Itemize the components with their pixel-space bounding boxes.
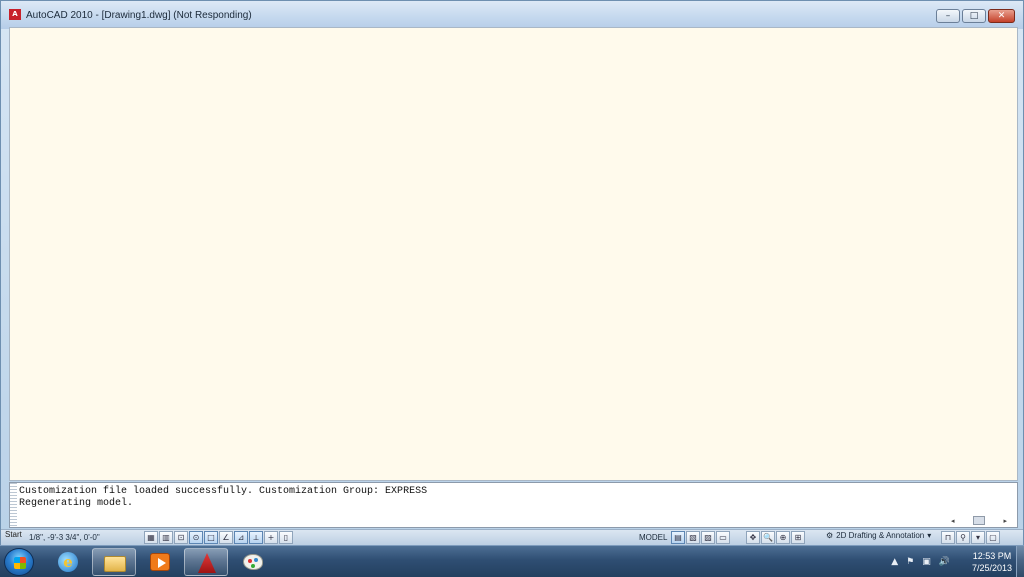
object-snap-tracking-button[interactable]: ∠ (219, 531, 233, 544)
status-bar: Start 1/8", -9'-3 3/4", 0'-0" ▦ ▥ ⊡ ⊙ □ … (1, 529, 1023, 545)
navigation-buttons: ✥ 🔍 ⊕ ⊞ (746, 531, 805, 544)
command-window: Customization file loaded successfully. … (9, 482, 1018, 528)
dynamic-ucs-button[interactable]: ⊿ (234, 531, 248, 544)
taskbar-clock[interactable]: 12:53 PM 7/25/2013 (972, 550, 1012, 574)
window-controls: – □ ✕ (936, 9, 1015, 23)
zoom-icon[interactable]: 🔍 (761, 531, 775, 544)
snap-mode-button[interactable]: ▦ (144, 531, 158, 544)
autocad-logo-icon[interactable]: A (9, 9, 21, 20)
model-space-toggle[interactable]: MODEL (639, 533, 667, 542)
close-button[interactable]: ✕ (988, 9, 1015, 23)
ortho-mode-button[interactable]: ⊡ (174, 531, 188, 544)
windows-logo-icon (14, 557, 26, 569)
window-title: AutoCAD 2010 - [Drawing1.dwg] (Not Respo… (26, 10, 252, 21)
drawing-canvas[interactable] (9, 27, 1018, 481)
paint-palette-icon (243, 554, 263, 570)
lock-toolbar-icon[interactable]: ⊓ (941, 531, 955, 544)
taskbar-windows-explorer[interactable] (92, 548, 136, 576)
object-snap-button[interactable]: □ (204, 531, 218, 544)
taskbar-media-player[interactable] (138, 548, 182, 576)
quick-view-drawings-button[interactable]: ▧ (686, 531, 700, 544)
start-button[interactable] (4, 548, 34, 576)
taskbar-internet-explorer[interactable]: e (46, 548, 90, 576)
minimize-button[interactable]: – (936, 9, 960, 23)
scroll-right-icon[interactable]: ▸ (1003, 517, 1007, 525)
coordinate-readout[interactable]: 1/8", -9'-3 3/4", 0'-0" (29, 533, 100, 542)
chevron-down-icon: ▾ (927, 531, 932, 540)
layout1-button[interactable]: ▨ (701, 531, 715, 544)
command-history-line: Regenerating model. (19, 498, 134, 509)
volume-icon[interactable]: 🔊 (939, 557, 950, 567)
clock-date: 7/25/2013 (971, 563, 1012, 573)
taskbar-paint[interactable] (230, 548, 274, 576)
command-window-grip[interactable] (10, 483, 17, 527)
grid-display-button[interactable]: ▥ (159, 531, 173, 544)
steering-wheel-icon[interactable]: ⊕ (776, 531, 790, 544)
quick-view-layouts-button[interactable]: ▤ (671, 531, 685, 544)
status-menu-icon[interactable]: ▾ (971, 531, 985, 544)
command-input[interactable] (19, 514, 949, 526)
workspace-label: 2D Drafting & Annotation (836, 531, 925, 540)
command-scrollbar[interactable]: ◂ ▸ (951, 515, 1007, 526)
scroll-thumb[interactable] (973, 516, 985, 525)
start-tab[interactable]: Start (5, 530, 22, 539)
pan-icon[interactable]: ✥ (746, 531, 760, 544)
hardware-acceleration-icon[interactable]: ⚲ (956, 531, 970, 544)
folder-icon (104, 556, 126, 572)
quick-properties-button[interactable]: ▯ (279, 531, 293, 544)
show-desktop-button[interactable] (1016, 546, 1024, 577)
media-player-icon (150, 553, 170, 571)
autocad-window: A AutoCAD 2010 - [Drawing1.dwg] (Not Res… (0, 0, 1024, 545)
polar-tracking-button[interactable]: ⊙ (189, 531, 203, 544)
restore-button[interactable]: □ (962, 9, 986, 23)
action-center-flag-icon[interactable]: ⚑ (906, 557, 914, 567)
scroll-left-icon[interactable]: ◂ (951, 517, 955, 525)
showmotion-icon[interactable]: ⊞ (791, 531, 805, 544)
taskbar-autocad[interactable] (184, 548, 228, 576)
clean-screen-icon[interactable]: ▢ (986, 531, 1000, 544)
drafting-mode-buttons: ▦ ▥ ⊡ ⊙ □ ∠ ⊿ ⟂ + ▯ (144, 531, 293, 544)
clock-time: 12:53 PM (972, 551, 1012, 561)
command-history-line: Customization file loaded successfully. … (19, 486, 428, 497)
dynamic-input-button[interactable]: ⟂ (249, 531, 263, 544)
status-tray-buttons: ⊓ ⚲ ▾ ▢ (941, 531, 1000, 544)
internet-explorer-icon: e (58, 552, 78, 572)
lineweight-button[interactable]: + (264, 531, 278, 544)
layout2-button[interactable]: ▭ (716, 531, 730, 544)
layout-buttons: ▤ ▧ ▨ ▭ (671, 531, 730, 544)
title-bar[interactable]: A AutoCAD 2010 - [Drawing1.dwg] (Not Res… (1, 1, 1023, 29)
show-hidden-icons-arrow-icon[interactable]: ▲ (891, 557, 898, 567)
network-icon[interactable]: ▣ (922, 557, 931, 567)
gear-icon: ⚙ (826, 531, 834, 540)
autocad-icon (198, 553, 216, 573)
windows-taskbar: e ▲ ⚑ ▣ 🔊 12:53 PM 7/25/2013 (0, 545, 1024, 577)
workspace-switcher[interactable]: ⚙ 2D Drafting & Annotation ▾ (826, 531, 931, 540)
system-tray: ▲ ⚑ ▣ 🔊 12:53 PM 7/25/2013 (891, 546, 1012, 577)
